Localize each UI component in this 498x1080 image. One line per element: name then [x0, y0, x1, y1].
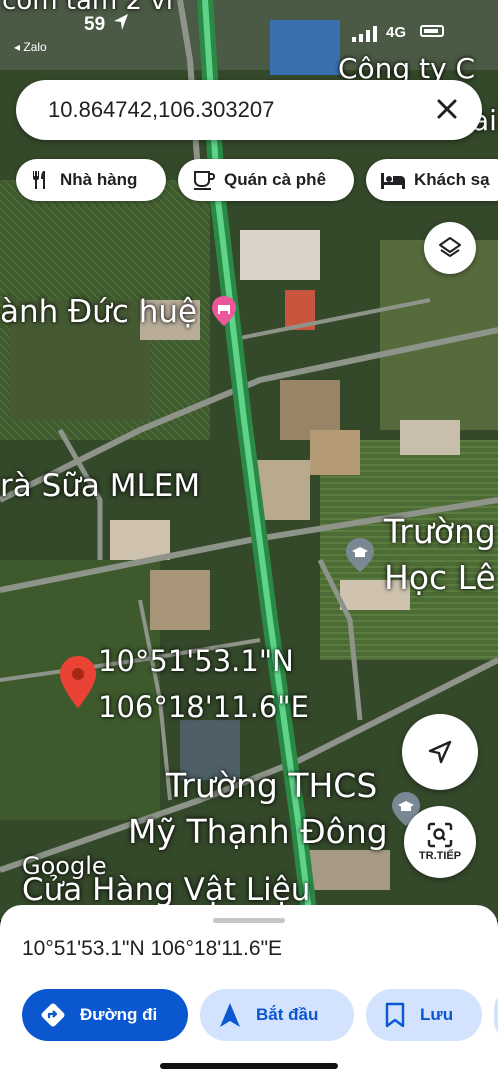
search-box[interactable]: 10.864742,106.303207 — [16, 80, 482, 140]
map-label-school-2-line1[interactable]: Trường THCS — [166, 766, 377, 805]
pin-latitude-label: 10°51'53.1"N — [98, 644, 294, 678]
sheet-drag-handle[interactable] — [213, 918, 285, 923]
directions-icon — [41, 1003, 65, 1027]
layers-icon — [439, 237, 461, 257]
home-indicator — [160, 1063, 338, 1069]
back-to-zalo-link[interactable]: ◂ Zalo — [14, 40, 47, 54]
coffee-icon — [194, 171, 215, 190]
map-label-hotel[interactable]: ành Đức huệ — [0, 294, 197, 330]
chip-hotels-label: Khách sạ — [414, 170, 490, 189]
more-actions-peek[interactable] — [494, 989, 498, 1041]
map-label-school-1-line2[interactable]: Học Lê — [384, 558, 496, 597]
battery-icon — [420, 25, 444, 37]
save-button[interactable]: Lưu — [366, 989, 482, 1041]
start-label: Bắt đầu — [256, 1005, 319, 1024]
map-label-milk-tea[interactable]: rà Sữa MLEM — [0, 468, 200, 504]
start-button[interactable]: Bắt đầu — [200, 989, 354, 1041]
status-bar: 59 ◂ Zalo 4G — [0, 0, 498, 60]
navigation-arrow-icon — [220, 1003, 240, 1027]
lens-label: TR.TIẾP — [418, 850, 462, 862]
lens-icon — [427, 822, 453, 848]
school-pin-icon[interactable] — [346, 538, 374, 572]
lens-button[interactable]: TR.TIẾP — [404, 806, 476, 878]
signal-icon — [352, 26, 377, 42]
chip-hotels[interactable]: Khách sạ — [366, 159, 498, 201]
network-type: 4G — [386, 24, 407, 41]
hotel-icon — [381, 173, 405, 189]
map-label-school-2-line2[interactable]: Mỹ Thạnh Đông — [128, 812, 388, 851]
my-location-button[interactable] — [402, 714, 478, 790]
map-label-school-1-line1[interactable]: Trường — [384, 512, 496, 551]
directions-button[interactable]: Đường đi — [22, 989, 188, 1041]
location-arrow-icon — [112, 12, 130, 37]
my-location-icon — [428, 740, 452, 764]
layers-button[interactable] — [424, 222, 476, 274]
map-label-store[interactable]: Cửa Hàng Vật Liệu — [22, 872, 310, 908]
clear-search-icon[interactable] — [432, 94, 462, 124]
search-query[interactable]: 10.864742,106.303207 — [48, 97, 274, 123]
chip-restaurants-label: Nhà hàng — [60, 170, 138, 189]
chip-restaurants[interactable]: Nhà hàng — [16, 159, 166, 201]
save-label: Lưu — [420, 1005, 454, 1024]
chip-coffee[interactable]: Quán cà phê — [178, 159, 354, 201]
pin-longitude-label: 106°18'11.6"E — [98, 690, 309, 724]
dropped-pin-icon[interactable] — [60, 656, 96, 708]
status-time: 59 — [84, 14, 106, 35]
place-bottom-sheet[interactable]: 10°51'53.1"N 106°18'11.6"E Đường đi Bắt … — [0, 905, 498, 1080]
chip-coffee-label: Quán cà phê — [224, 170, 327, 189]
place-coordinates: 10°51'53.1"N 106°18'11.6"E — [22, 937, 283, 960]
restaurant-icon — [33, 171, 45, 189]
hotel-pin-icon[interactable] — [212, 296, 236, 326]
bookmark-icon — [385, 1002, 405, 1028]
directions-label: Đường đi — [80, 1005, 158, 1024]
